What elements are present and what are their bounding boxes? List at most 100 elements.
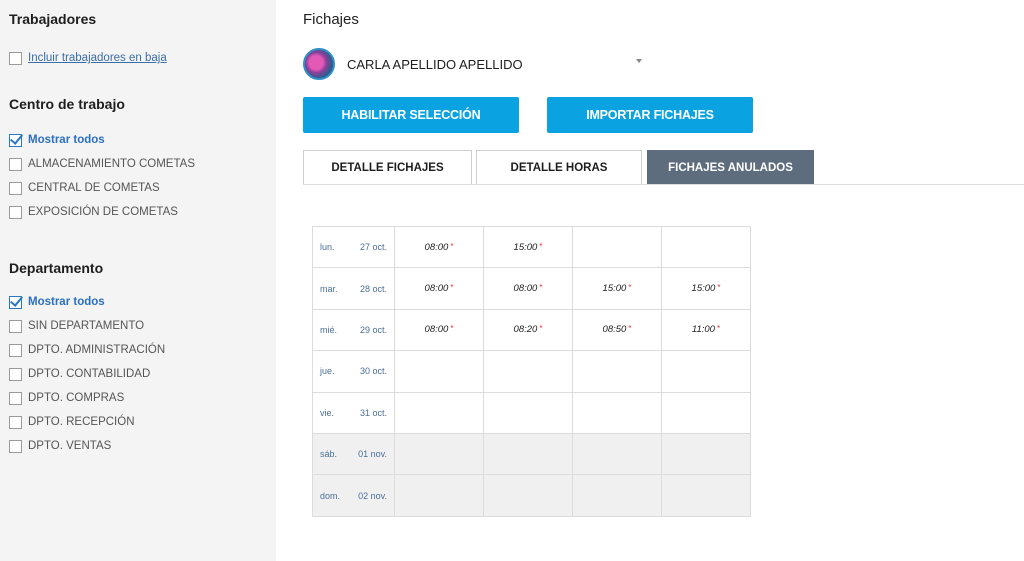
punch-time[interactable]: 08:50 xyxy=(603,324,627,335)
day-cell: dom. 02 nov. xyxy=(312,474,395,517)
table-row: mar. 28 oct. 08:00 * 08:00 * 15:00 * 15:00 * xyxy=(312,267,751,310)
day-name: jue. xyxy=(320,366,335,377)
punches-table: lun. 27 oct. 08:00 * 15:00 * mar. 28 oct. 08:00 *… xyxy=(312,225,751,517)
department-item-label[interactable]: DPTO. RECEPCIÓN xyxy=(28,416,135,428)
day-date: 29 oct. xyxy=(359,324,387,335)
punch-cell[interactable]: 08:50 * xyxy=(572,308,662,352)
table-row: mié. 29 oct. 08:00 * 08:20 * 08:50 * 11:00 * xyxy=(312,308,751,352)
punch-time[interactable]: 08:00 xyxy=(425,242,449,253)
workcenter-item-label[interactable]: EXPOSICIÓN DE COMETAS xyxy=(28,206,178,218)
punch-time[interactable]: 08:00 xyxy=(425,283,449,294)
checkbox-checked-icon[interactable] xyxy=(9,133,22,147)
punch-time[interactable]: 15:00 xyxy=(603,283,627,294)
checkbox-box[interactable] xyxy=(9,367,22,381)
punch-time[interactable]: 08:00 xyxy=(514,283,538,294)
day-date: 02 nov. xyxy=(358,490,387,501)
department-item-label[interactable]: SIN DEPARTAMENTO xyxy=(28,320,144,332)
page-title: Fichajes xyxy=(303,11,359,28)
punch-time[interactable]: 08:20 xyxy=(514,324,538,335)
checkbox-box[interactable] xyxy=(9,319,22,333)
day-cell: sáb. 01 nov. xyxy=(312,432,395,476)
table-row: jue. 30 oct. xyxy=(312,350,751,393)
tab-detalle-fichajes[interactable]: DETALLE FICHAJES xyxy=(303,150,472,185)
punch-cell[interactable]: 08:00 * xyxy=(394,308,484,352)
punch-time[interactable]: 15:00 xyxy=(692,283,716,294)
tab-detalle-horas[interactable]: DETALLE HORAS xyxy=(476,150,642,185)
punch-cell[interactable]: 08:20 * xyxy=(483,308,573,352)
checkbox-box[interactable] xyxy=(9,205,22,219)
punch-cell[interactable]: 08:00 * xyxy=(394,267,484,310)
punch-cell xyxy=(394,432,484,476)
day-name: vie. xyxy=(320,407,335,418)
punch-marker: * xyxy=(628,324,632,334)
department-item-label[interactable]: DPTO. VENTAS xyxy=(28,440,111,452)
punch-cell[interactable]: 08:00 * xyxy=(483,267,573,310)
checkbox-box[interactable] xyxy=(9,181,22,195)
punch-cell xyxy=(572,474,662,517)
department-item-contabilidad[interactable]: DPTO. CONTABILIDAD xyxy=(9,366,150,382)
avatar xyxy=(303,48,335,80)
workcenter-item-almacenamiento[interactable]: ALMACENAMIENTO COMETAS xyxy=(9,156,195,172)
punch-time[interactable]: 15:00 xyxy=(514,242,538,253)
punch-marker: * xyxy=(539,241,543,251)
punch-time[interactable]: 08:00 xyxy=(425,324,449,335)
department-item-administracion[interactable]: DPTO. ADMINISTRACIÓN xyxy=(9,342,165,358)
day-date: 28 oct. xyxy=(359,283,387,294)
punch-time[interactable]: 11:00 xyxy=(692,324,715,335)
table-row: vie. 31 oct. xyxy=(312,391,751,434)
workcenter-item-all[interactable]: Mostrar todos xyxy=(9,132,105,148)
checkbox-box[interactable] xyxy=(9,415,22,429)
include-inactive-checkbox[interactable]: Incluir trabajadores en baja xyxy=(9,50,167,66)
punch-cell[interactable]: 08:00 * xyxy=(394,225,484,269)
punch-cell xyxy=(483,432,573,476)
workcenter-item-label[interactable]: CENTRAL DE COMETAS xyxy=(28,182,160,194)
workcenter-item-central[interactable]: CENTRAL DE COMETAS xyxy=(9,180,160,196)
import-button[interactable]: IMPORTAR FICHAJES xyxy=(547,97,753,133)
department-item-sin[interactable]: SIN DEPARTAMENTO xyxy=(9,318,144,334)
department-item-ventas[interactable]: DPTO. VENTAS xyxy=(9,438,111,454)
workers-section-title: Trabajadores xyxy=(9,11,97,27)
department-item-label[interactable]: Mostrar todos xyxy=(28,296,105,308)
punch-cell xyxy=(661,432,751,476)
day-name: lun. xyxy=(320,242,335,253)
workcenter-item-label[interactable]: Mostrar todos xyxy=(28,134,105,146)
checkbox-box[interactable] xyxy=(9,439,22,453)
enable-selection-button[interactable]: HABILITAR SELECCIÓN xyxy=(303,97,519,133)
punch-cell[interactable]: 15:00 * xyxy=(661,267,751,310)
punch-cell[interactable]: 15:00 * xyxy=(572,267,662,310)
department-item-all[interactable]: Mostrar todos xyxy=(9,294,105,310)
workcenter-item-exposicion[interactable]: EXPOSICIÓN DE COMETAS xyxy=(9,204,178,220)
department-item-compras[interactable]: DPTO. COMPRAS xyxy=(9,390,124,406)
chevron-down-icon[interactable] xyxy=(636,59,642,63)
table-row: lun. 27 oct. 08:00 * 15:00 * xyxy=(312,225,751,269)
punch-cell xyxy=(661,225,751,269)
day-cell: vie. 31 oct. xyxy=(312,391,395,434)
punch-cell xyxy=(661,391,751,434)
worker-name[interactable]: CARLA APELLIDO APELLIDO xyxy=(347,57,636,72)
department-item-label[interactable]: DPTO. COMPRAS xyxy=(28,392,124,404)
tabs-divider xyxy=(303,184,1024,185)
punch-marker: * xyxy=(628,283,632,293)
tab-fichajes-anulados[interactable]: FICHAJES ANULADOS xyxy=(647,150,814,184)
day-date: 01 nov. xyxy=(358,449,387,460)
day-name: sáb. xyxy=(320,449,338,460)
checkbox-checked-icon[interactable] xyxy=(9,295,22,309)
department-item-recepcion[interactable]: DPTO. RECEPCIÓN xyxy=(9,414,135,430)
worker-select[interactable]: CARLA APELLIDO APELLIDO xyxy=(303,47,648,81)
include-inactive-label[interactable]: Incluir trabajadores en baja xyxy=(28,52,167,64)
punch-cell xyxy=(661,350,751,393)
department-item-label[interactable]: DPTO. CONTABILIDAD xyxy=(28,368,150,380)
punch-cell[interactable]: 15:00 * xyxy=(483,225,573,269)
checkbox-box[interactable] xyxy=(9,343,22,357)
workcenter-item-label[interactable]: ALMACENAMIENTO COMETAS xyxy=(28,158,195,170)
day-date: 31 oct. xyxy=(359,407,387,418)
checkbox-box[interactable] xyxy=(9,391,22,405)
punch-cell xyxy=(483,391,573,434)
punch-marker: * xyxy=(539,283,543,293)
checkbox-box[interactable] xyxy=(9,51,22,65)
punch-cell[interactable]: 11:00 * xyxy=(661,308,751,352)
department-item-label[interactable]: DPTO. ADMINISTRACIÓN xyxy=(28,344,165,356)
checkbox-box[interactable] xyxy=(9,157,22,171)
day-name: mar. xyxy=(320,283,338,294)
punch-cell xyxy=(483,474,573,517)
